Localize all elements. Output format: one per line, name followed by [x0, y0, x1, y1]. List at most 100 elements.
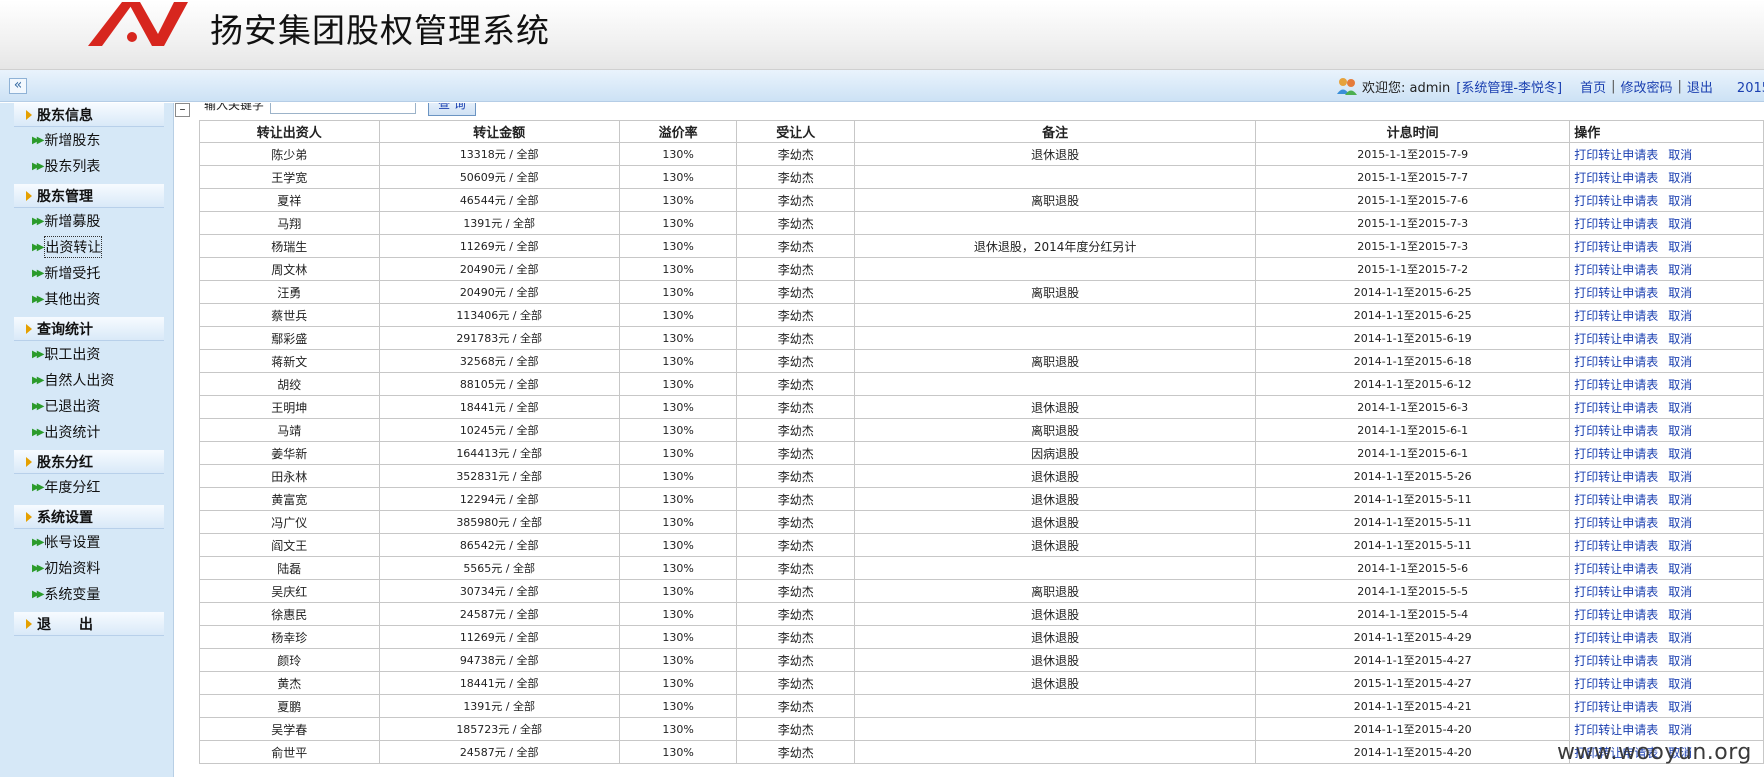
- sidebar-item[interactable]: ▶▶ 初始资料: [0, 555, 173, 581]
- cell-actions: 打印转让申请表 取消: [1569, 556, 1764, 580]
- cancel-link[interactable]: 取消: [1668, 562, 1692, 576]
- sidebar-item[interactable]: ▶▶ 帐号设置: [0, 529, 173, 555]
- sidebar-group[interactable]: 系统设置: [14, 505, 164, 529]
- sidebar-item[interactable]: ▶▶ 职工出资: [0, 341, 173, 367]
- cancel-link[interactable]: 取消: [1668, 332, 1692, 346]
- green-double-arrow-icon: ▶▶: [32, 134, 45, 146]
- sidebar-group[interactable]: 股东管理: [14, 184, 164, 208]
- sidebar-item[interactable]: ▶▶ 新增受托: [0, 260, 173, 286]
- cancel-link[interactable]: 取消: [1668, 424, 1692, 438]
- print-application-link[interactable]: 打印转让申请表: [1574, 332, 1658, 346]
- print-application-link[interactable]: 打印转让申请表: [1574, 401, 1658, 415]
- print-application-link[interactable]: 打印转让申请表: [1574, 562, 1658, 576]
- print-application-link[interactable]: 打印转让申请表: [1574, 378, 1658, 392]
- role-link[interactable]: [系统管理-李悦冬]: [1456, 77, 1562, 96]
- print-application-link[interactable]: 打印转让申请表: [1574, 654, 1658, 668]
- print-application-link[interactable]: 打印转让申请表: [1574, 631, 1658, 645]
- cell-receiver: 李幼杰: [736, 349, 856, 373]
- cancel-link[interactable]: 取消: [1668, 263, 1692, 277]
- print-application-link[interactable]: 打印转让申请表: [1574, 424, 1658, 438]
- print-application-link[interactable]: 打印转让申请表: [1574, 608, 1658, 622]
- sidebar-item[interactable]: ▶▶ 出资转让: [0, 234, 173, 260]
- print-application-link[interactable]: 打印转让申请表: [1574, 447, 1658, 461]
- print-application-link[interactable]: 打印转让申请表: [1574, 263, 1658, 277]
- cancel-link[interactable]: 取消: [1668, 171, 1692, 185]
- print-application-link[interactable]: 打印转让申请表: [1574, 240, 1658, 254]
- print-application-link[interactable]: 打印转让申请表: [1574, 493, 1658, 507]
- search-input[interactable]: [270, 103, 416, 114]
- print-application-link[interactable]: 打印转让申请表: [1574, 217, 1658, 231]
- change-password-link[interactable]: 修改密码: [1621, 77, 1673, 96]
- cell-receiver: 李幼杰: [736, 694, 856, 718]
- sidebar-item-label: 出资统计: [44, 425, 101, 441]
- search-button[interactable]: 查 询: [428, 103, 476, 116]
- main-content: – 输入关键字 查 询 转让出资人 转让金额 溢价率 受让人 备注 计息时间 操作 陈少弟 1…: [175, 103, 1764, 777]
- print-application-link[interactable]: 打印转让申请表: [1574, 194, 1658, 208]
- sidebar-item[interactable]: ▶▶ 已退出资: [0, 393, 173, 419]
- sidebar-item[interactable]: ▶▶ 年度分红: [0, 474, 173, 500]
- sidebar-group[interactable]: 股东分红: [14, 450, 164, 474]
- print-application-link[interactable]: 打印转让申请表: [1574, 309, 1658, 323]
- cell-actions: 打印转让申请表 取消: [1569, 510, 1764, 534]
- cancel-link[interactable]: 取消: [1668, 723, 1692, 737]
- logout-link[interactable]: 退出: [1687, 77, 1713, 96]
- collapse-search-button[interactable]: –: [175, 103, 190, 117]
- separator: |: [1611, 78, 1616, 94]
- sidebar-item[interactable]: ▶▶ 其他出资: [0, 286, 173, 312]
- print-application-link[interactable]: 打印转让申请表: [1574, 516, 1658, 530]
- cancel-link[interactable]: 取消: [1668, 217, 1692, 231]
- cancel-link[interactable]: 取消: [1668, 470, 1692, 484]
- cell-rate: 130%: [618, 372, 738, 396]
- cancel-link[interactable]: 取消: [1668, 194, 1692, 208]
- cancel-link[interactable]: 取消: [1668, 585, 1692, 599]
- cancel-link[interactable]: 取消: [1668, 631, 1692, 645]
- sidebar-item[interactable]: ▶▶ 新增募股: [0, 208, 173, 234]
- sidebar-item[interactable]: ▶▶ 股东列表: [0, 153, 173, 179]
- home-link[interactable]: 首页: [1580, 77, 1606, 96]
- print-application-link[interactable]: 打印转让申请表: [1574, 355, 1658, 369]
- sidebar-item[interactable]: ▶▶ 新增股东: [0, 127, 173, 153]
- cancel-link[interactable]: 取消: [1668, 240, 1692, 254]
- collapse-sidebar-button[interactable]: «: [9, 78, 27, 94]
- print-application-link[interactable]: 打印转让申请表: [1574, 539, 1658, 553]
- sidebar-item[interactable]: ▶▶ 自然人出资: [0, 367, 173, 393]
- cell-receiver: 李幼杰: [736, 372, 856, 396]
- sidebar-group[interactable]: 股东信息: [14, 103, 164, 127]
- cell-amount: 185723元 / 全部: [378, 717, 620, 741]
- cancel-link[interactable]: 取消: [1668, 654, 1692, 668]
- cell-receiver: 李幼杰: [736, 211, 856, 235]
- print-application-link[interactable]: 打印转让申请表: [1574, 286, 1658, 300]
- cancel-link[interactable]: 取消: [1668, 355, 1692, 369]
- cell-rate: 130%: [618, 717, 738, 741]
- sidebar-item[interactable]: ▶▶ 出资统计: [0, 419, 173, 445]
- print-application-link[interactable]: 打印转让申请表: [1574, 171, 1658, 185]
- print-application-link[interactable]: 打印转让申请表: [1574, 700, 1658, 714]
- print-application-link[interactable]: 打印转让申请表: [1574, 585, 1658, 599]
- sidebar-group[interactable]: 退 出: [14, 612, 164, 636]
- cancel-link[interactable]: 取消: [1668, 608, 1692, 622]
- cancel-link[interactable]: 取消: [1668, 378, 1692, 392]
- cancel-link[interactable]: 取消: [1668, 401, 1692, 415]
- print-application-link[interactable]: 打印转让申请表: [1574, 148, 1658, 162]
- cancel-link[interactable]: 取消: [1668, 447, 1692, 461]
- cancel-link[interactable]: 取消: [1668, 677, 1692, 691]
- table-row: 陆磊 5565元 / 全部 130% 李幼杰 2014-1-1至2015-5-6 打印转让…: [199, 556, 1764, 580]
- cancel-link[interactable]: 取消: [1668, 286, 1692, 300]
- print-application-link[interactable]: 打印转让申请表: [1574, 470, 1658, 484]
- cancel-link[interactable]: 取消: [1668, 539, 1692, 553]
- cancel-link[interactable]: 取消: [1668, 148, 1692, 162]
- cell-rate: 130%: [618, 441, 738, 465]
- sidebar-item[interactable]: ▶▶ 系统变量: [0, 581, 173, 607]
- cell-receiver: 李幼杰: [736, 556, 856, 580]
- cancel-link[interactable]: 取消: [1668, 516, 1692, 530]
- print-application-link[interactable]: 打印转让申请表: [1574, 723, 1658, 737]
- cell-note: [854, 326, 1257, 350]
- cell-name: 蔡世兵: [199, 303, 380, 327]
- cancel-link[interactable]: 取消: [1668, 493, 1692, 507]
- print-application-link[interactable]: 打印转让申请表: [1574, 677, 1658, 691]
- cell-period: 2015-1-1至2015-7-7: [1255, 165, 1571, 189]
- cell-actions: 打印转让申请表 取消: [1569, 464, 1764, 488]
- cancel-link[interactable]: 取消: [1668, 700, 1692, 714]
- cancel-link[interactable]: 取消: [1668, 309, 1692, 323]
- sidebar-group[interactable]: 查询统计: [14, 317, 164, 341]
